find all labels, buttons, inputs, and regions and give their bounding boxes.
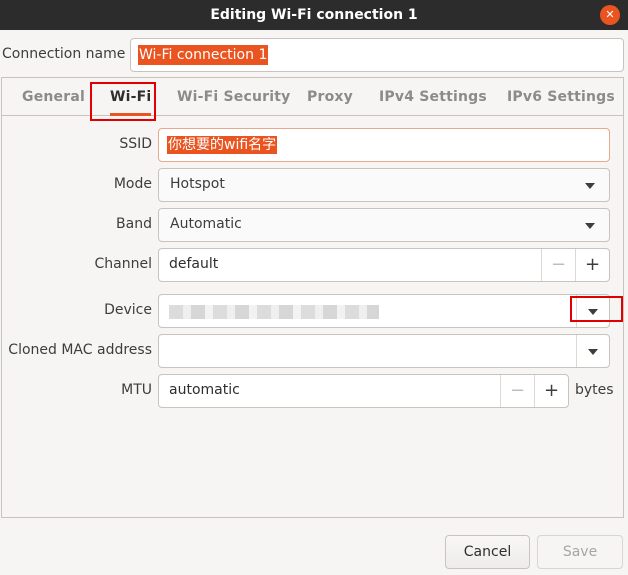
ssid-label: SSID (119, 136, 152, 152)
connection-name-row: Connection name Wi-Fi connection 1 (0, 38, 628, 72)
close-icon[interactable]: ✕ (600, 5, 620, 25)
channel-decrement-button[interactable]: − (541, 249, 575, 281)
chevron-down-icon[interactable] (588, 349, 598, 355)
tab-wifi-security[interactable]: Wi-Fi Security (177, 78, 290, 116)
tab-proxy[interactable]: Proxy (307, 78, 353, 116)
tab-ipv4-settings[interactable]: IPv4 Settings (379, 78, 487, 116)
device-combo-entry[interactable] (158, 294, 610, 328)
band-label: Band (116, 216, 152, 232)
connection-name-value: Wi-Fi connection 1 (138, 45, 269, 65)
mtu-unit-label: bytes (575, 382, 614, 398)
mtu-label: MTU (121, 382, 152, 398)
mode-label: Mode (113, 176, 152, 192)
device-label: Device (104, 302, 152, 318)
ssid-value: 你想要的wifi名字 (167, 136, 278, 154)
window-title: Editing Wi-Fi connection 1 (210, 7, 418, 23)
cancel-button[interactable]: Cancel (445, 535, 530, 569)
ssid-input[interactable]: 你想要的wifi名字 (158, 128, 610, 162)
band-value: Automatic (170, 216, 242, 232)
band-dropdown[interactable]: Automatic (158, 208, 610, 242)
device-dropdown-annotation (570, 296, 623, 322)
device-value-redacted (169, 305, 379, 319)
mtu-value: automatic (169, 382, 240, 398)
mtu-decrement-button[interactable]: − (500, 375, 534, 407)
cloned-mac-combo-entry[interactable] (158, 334, 610, 368)
tab-ipv6-settings[interactable]: IPv6 Settings (507, 78, 615, 116)
connection-name-input[interactable]: Wi-Fi connection 1 (130, 38, 624, 72)
channel-spinbutton[interactable]: default − + (158, 248, 610, 282)
title-bar: Editing Wi-Fi connection 1 ✕ (0, 0, 628, 30)
mtu-spinbutton[interactable]: automatic − + (158, 374, 569, 408)
mtu-increment-button[interactable]: + (534, 375, 568, 407)
channel-value: default (169, 256, 219, 272)
chevron-down-icon (585, 223, 595, 229)
save-button[interactable]: Save (537, 535, 623, 569)
divider (576, 335, 577, 367)
mode-value: Hotspot (170, 176, 225, 192)
channel-increment-button[interactable]: + (575, 249, 609, 281)
chevron-down-icon (585, 183, 595, 189)
wifi-tab-annotation (90, 82, 156, 121)
cloned-mac-label: Cloned MAC address (8, 342, 152, 358)
channel-label: Channel (94, 256, 152, 272)
mode-dropdown[interactable]: Hotspot (158, 168, 610, 202)
connection-name-label: Connection name (2, 46, 126, 62)
tab-general[interactable]: General (22, 78, 85, 116)
